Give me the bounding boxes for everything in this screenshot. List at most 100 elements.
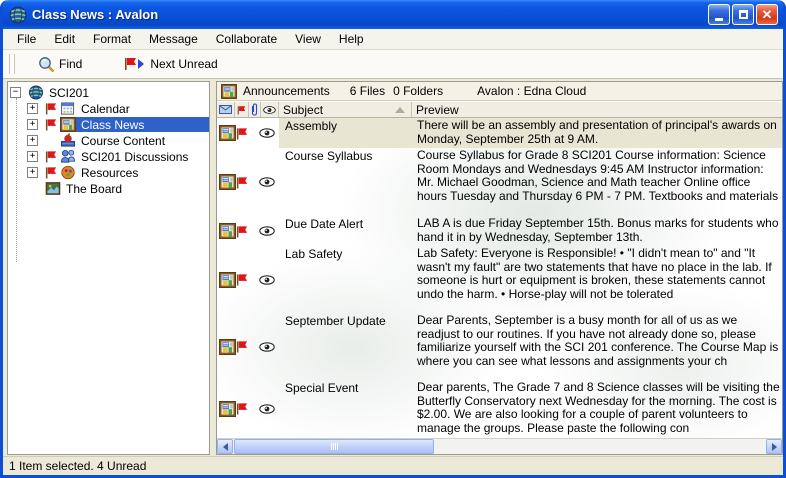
find-label: Find (59, 57, 82, 71)
unread-flag-icon (236, 402, 248, 415)
scroll-left-icon (223, 443, 228, 451)
bulletin-item-icon (219, 339, 236, 355)
message-preview: Course Syllabus for Grade 8 SCI201 Cours… (412, 148, 782, 216)
column-subject[interactable]: Subject (279, 102, 412, 117)
tree-item-label: Resources (79, 166, 140, 180)
message-row-lab-safety[interactable]: Lab Safety Lab Safety: Everyone is Respo… (217, 246, 782, 313)
subject-column-label: Subject (283, 103, 323, 117)
tree-item-calendar[interactable]: + Calendar (8, 101, 209, 116)
unread-flag-icon (45, 150, 57, 163)
resources-icon (60, 165, 76, 180)
column-preview[interactable]: Preview (412, 102, 782, 117)
toolbar-grip[interactable] (7, 54, 10, 74)
unread-flag-icon (236, 127, 248, 140)
tree-item-sci201[interactable]: − SCI201 (8, 85, 209, 100)
column-attachment[interactable] (249, 102, 261, 117)
conference-name: Announcements (243, 84, 330, 98)
expand-box-icon[interactable]: + (27, 119, 38, 130)
announcements-icon (221, 84, 237, 99)
column-header-row: Subject Preview (217, 101, 782, 118)
message-preview: There will be an assembly and presentati… (412, 118, 782, 148)
toolbar: Find Next Unread (3, 50, 783, 79)
close-button[interactable]: ✕ (756, 4, 778, 25)
maximize-button[interactable] (732, 4, 754, 25)
unread-flag-icon (236, 176, 248, 189)
column-flag[interactable] (235, 102, 249, 117)
message-preview: Dear Parents, September is a busy month … (412, 313, 782, 380)
eye-icon (259, 404, 275, 414)
unread-flag-icon (236, 340, 248, 353)
maximize-icon (739, 10, 748, 19)
horizontal-scrollbar[interactable] (217, 438, 782, 454)
search-icon (38, 56, 55, 73)
bulletin-item-icon (219, 174, 236, 190)
menu-view[interactable]: View (286, 30, 330, 48)
eye-icon (259, 177, 275, 187)
tree-item-course-content[interactable]: + Course Content (8, 133, 209, 148)
minimize-icon (715, 18, 723, 21)
scroll-right-icon (772, 443, 777, 451)
status-bar: 1 Item selected. 4 Unread (3, 456, 783, 475)
menu-message[interactable]: Message (140, 30, 207, 48)
message-row-course-syllabus[interactable]: Course Syllabus Course Syllabus for Grad… (217, 148, 782, 216)
unread-flag-icon (236, 273, 248, 286)
expand-box-icon[interactable]: + (27, 135, 38, 146)
next-unread-label: Next Unread (150, 57, 217, 71)
class-news-icon (60, 117, 76, 132)
expand-box-icon[interactable]: + (27, 103, 38, 114)
message-row-september-update[interactable]: September Update Dear Parents, September… (217, 313, 782, 380)
selected-tree-item[interactable]: Class News (60, 117, 209, 132)
folders-count: 0 Folders (393, 84, 443, 98)
message-row-special-event[interactable]: Special Event Dear parents, The Grade 7 … (217, 380, 782, 437)
tree-item-label: SCI201 Discussions (79, 150, 190, 164)
window-title: Class News : Avalon (32, 7, 708, 22)
next-unread-button[interactable]: Next Unread (117, 54, 224, 74)
tree-item-sci201-discussions[interactable]: + SCI201 Discussions (8, 149, 209, 164)
column-read-status[interactable] (261, 102, 279, 117)
unread-flag-icon (236, 225, 248, 238)
eye-icon (259, 275, 275, 285)
title-bar[interactable]: Class News : Avalon ✕ (3, 0, 783, 29)
eye-icon (259, 128, 275, 138)
conference-info-bar: Announcements 6 Files 0 Folders Avalon :… (217, 82, 782, 101)
message-subject: Lab Safety (279, 246, 412, 313)
tree-item-class-news[interactable]: + Class News (8, 117, 209, 132)
preview-column-label: Preview (416, 103, 459, 117)
menu-format[interactable]: Format (84, 30, 140, 48)
message-row-assembly[interactable]: Assembly There will be an assembly and p… (217, 118, 782, 148)
toolbar-grip2[interactable] (12, 54, 15, 74)
paperclip-icon (251, 103, 258, 116)
tree-item-resources[interactable]: + Resources (8, 165, 209, 180)
course-content-icon (60, 133, 76, 148)
message-subject: Assembly (279, 118, 412, 148)
scrollbar-thumb[interactable] (234, 439, 434, 454)
menu-help[interactable]: Help (330, 30, 373, 48)
collapse-box-icon[interactable]: − (10, 87, 21, 98)
scroll-left-button[interactable] (217, 439, 233, 454)
files-count: 6 Files (350, 84, 385, 98)
bulletin-item-icon (219, 401, 236, 417)
menu-file[interactable]: File (8, 30, 45, 48)
menu-edit[interactable]: Edit (45, 30, 84, 48)
find-button[interactable]: Find (31, 53, 89, 76)
unread-flag-icon (45, 102, 57, 115)
scroll-right-button[interactable] (766, 439, 782, 454)
eye-icon (263, 105, 276, 115)
unread-flag-icon (45, 166, 57, 179)
expand-box-icon[interactable]: + (27, 151, 38, 162)
menu-collaborate[interactable]: Collaborate (207, 30, 286, 48)
conference-tree-panel: − SCI201 + Calendar + (7, 81, 210, 455)
eye-icon (259, 226, 275, 236)
expand-box-icon[interactable]: + (27, 167, 38, 178)
message-preview: Lab Safety: Everyone is Responsible! • "… (412, 246, 782, 313)
tree-item-the-board[interactable]: The Board (8, 181, 209, 196)
tree-item-label: Calendar (79, 102, 132, 116)
tree-item-label: Class News (79, 118, 146, 132)
message-subject: September Update (279, 313, 412, 380)
minimize-button[interactable] (708, 4, 730, 25)
server-location: Avalon : Edna Cloud (477, 84, 586, 98)
column-envelope[interactable] (217, 102, 235, 117)
unread-flag-icon (45, 118, 57, 131)
message-preview: Dear parents, The Grade 7 and 8 Science … (412, 380, 782, 437)
message-row-due-date-alert[interactable]: Due Date Alert LAB A is due Friday Septe… (217, 216, 782, 246)
